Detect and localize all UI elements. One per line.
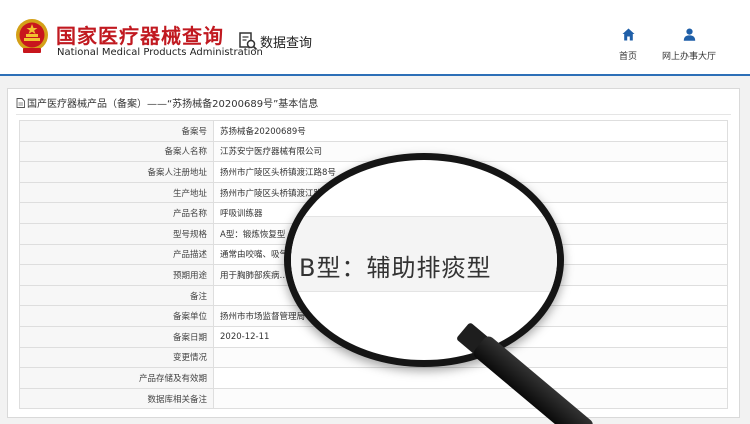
magnifier-lens: B型：辅助排痰型 [284, 153, 564, 367]
brand-subtitle: National Medical Products Administration [57, 47, 263, 58]
field-value: 苏扬械备20200689号 [213, 120, 728, 142]
field-label: 产品描述 [19, 243, 214, 266]
field-label: 预期用途 [19, 264, 214, 286]
nav-online-office[interactable]: 网上办事大厅 [658, 28, 720, 63]
field-value [213, 367, 728, 389]
field-label: 产品名称 [19, 202, 214, 224]
national-emblem-icon [16, 19, 48, 53]
document-search-icon [239, 32, 258, 51]
field-label: 型号规格 [19, 222, 214, 245]
field-value [213, 387, 728, 410]
data-query-label: 数据查询 [260, 35, 313, 51]
table-row: 备案人名称 江苏安宁医疗器械有限公司 [19, 140, 728, 163]
lens-glare [309, 174, 459, 214]
magnified-text: B型：辅助排痰型 [299, 254, 492, 282]
site-header: 国家医疗器械查询 National Medical Products Admin… [0, 0, 750, 76]
panel-title-text: 国产医疗器械产品（备案）——“苏扬械备20200689号”基本信息 [27, 99, 319, 110]
user-icon [683, 28, 695, 41]
nav-home-label: 首页 [618, 52, 637, 62]
data-query-link[interactable]: 数据查询 [238, 31, 312, 51]
field-label: 数据库相关备注 [19, 387, 214, 410]
field-label: 备注 [19, 284, 214, 307]
field-label: 变更情况 [19, 346, 214, 369]
field-label: 备案号 [19, 120, 214, 142]
field-label: 备案日期 [19, 325, 214, 348]
field-label: 产品存储及有效期 [19, 367, 214, 389]
home-icon [622, 28, 634, 41]
document-icon [16, 97, 25, 108]
nav-home[interactable]: 首页 [612, 28, 644, 63]
divider [16, 114, 731, 115]
field-label: 备案人注册地址 [19, 161, 214, 183]
field-label: 生产地址 [19, 181, 214, 204]
field-label: 备案单位 [19, 305, 214, 327]
table-row: 备案号 苏扬械备20200689号 [19, 120, 728, 142]
table-row: 数据库相关备注 [19, 387, 728, 410]
nav-office-label: 网上办事大厅 [661, 52, 716, 62]
table-row: 产品存储及有效期 [19, 367, 728, 389]
brand-title: 国家医疗器械查询 [56, 24, 224, 48]
panel-title: 国产医疗器械产品（备案）——“苏扬械备20200689号”基本信息 [16, 95, 318, 110]
field-label: 备案人名称 [19, 140, 214, 163]
